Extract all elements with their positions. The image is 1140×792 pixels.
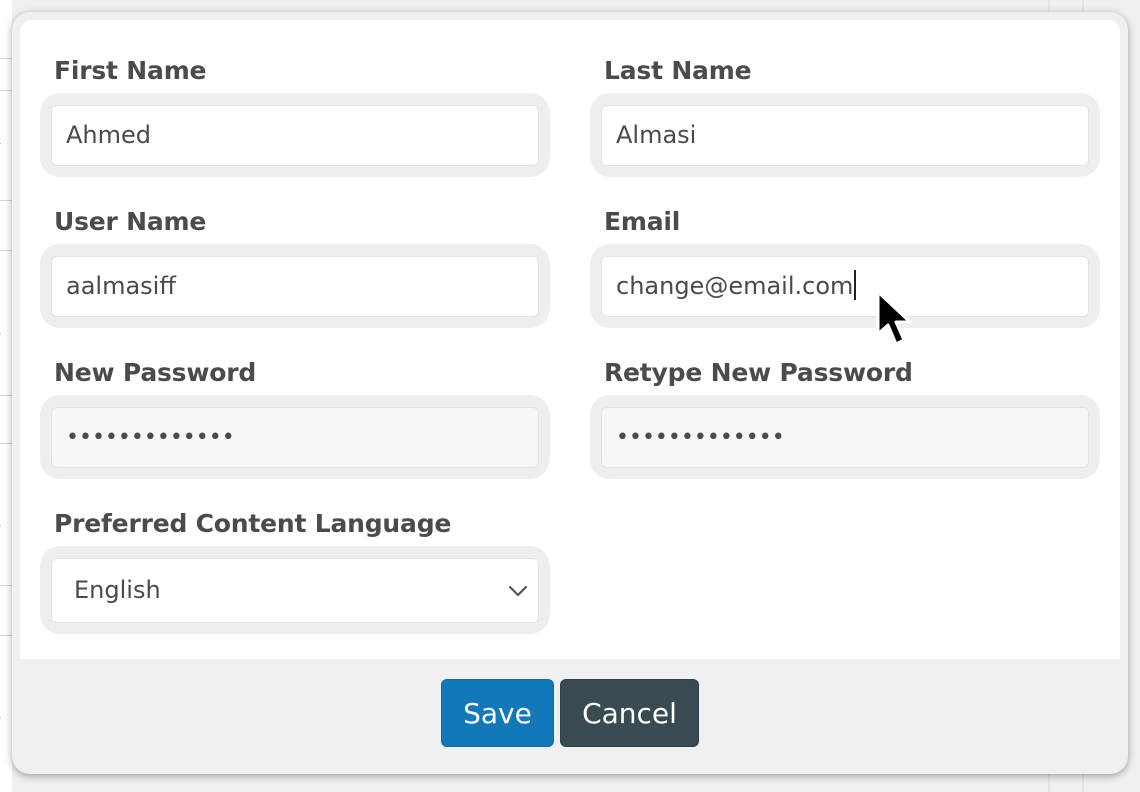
background-row-divider <box>0 395 12 396</box>
cancel-button[interactable]: Cancel <box>560 679 699 747</box>
info-icon[interactable]: i <box>0 128 8 150</box>
background-row-divider <box>0 90 12 91</box>
info-icon[interactable]: i <box>0 702 8 724</box>
user-name-box: aalmasiff <box>40 244 550 328</box>
last-name-label: Last Name <box>604 56 752 85</box>
email-box: change@email.com <box>590 244 1100 328</box>
language-label: Preferred Content Language <box>54 509 452 538</box>
modal-body: First Name Ahmed Last Name Almasi User N… <box>20 20 1120 659</box>
user-name-label: User Name <box>54 207 207 236</box>
email-value: change@email.com <box>616 272 854 300</box>
email-label: Email <box>604 207 681 236</box>
new-password-input[interactable]: ••••••••••••• <box>51 407 539 468</box>
info-icon[interactable]: i <box>0 318 8 340</box>
background-row-divider <box>0 200 12 201</box>
background-row-divider <box>0 250 12 251</box>
last-name-box: Almasi <box>590 93 1100 177</box>
last-name-input[interactable]: Almasi <box>601 105 1089 166</box>
save-button[interactable]: Save <box>441 679 554 747</box>
text-caret <box>854 270 857 300</box>
retype-password-input[interactable]: ••••••••••••• <box>601 407 1089 468</box>
background-row-divider <box>0 58 12 59</box>
background-row-divider <box>0 585 12 586</box>
language-box: English <box>40 546 550 634</box>
background-row-divider <box>0 635 12 636</box>
info-icon[interactable]: i <box>0 510 8 532</box>
user-name-input[interactable]: aalmasiff <box>51 256 539 317</box>
first-name-label: First Name <box>54 56 207 85</box>
first-name-input[interactable]: Ahmed <box>51 105 539 166</box>
modal-footer: Save Cancel <box>12 659 1128 774</box>
email-input[interactable]: change@email.com <box>601 256 1089 317</box>
background-table-edge <box>0 0 12 792</box>
language-select[interactable]: English <box>51 558 539 623</box>
edit-profile-modal: First Name Ahmed Last Name Almasi User N… <box>12 12 1128 774</box>
background-row-divider <box>0 443 12 444</box>
first-name-box: Ahmed <box>40 93 550 177</box>
retype-password-label: Retype New Password <box>604 358 913 387</box>
language-selected-value: English <box>74 576 161 604</box>
retype-password-box: ••••••••••••• <box>590 395 1100 479</box>
new-password-label: New Password <box>54 358 257 387</box>
new-password-box: ••••••••••••• <box>40 395 550 479</box>
chevron-down-icon <box>508 585 528 597</box>
